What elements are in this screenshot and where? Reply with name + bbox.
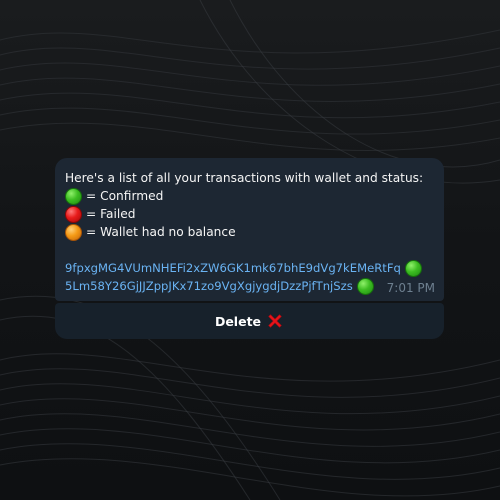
green-circle-icon xyxy=(404,259,422,277)
legend-label-failed: = Failed xyxy=(86,207,136,221)
legend-item-failed: = Failed xyxy=(65,205,434,223)
delete-button[interactable]: Delete xyxy=(55,303,444,339)
red-circle-icon xyxy=(65,205,82,223)
intro-text: Here's a list of all your transactions w… xyxy=(65,171,424,185)
message-bubble: Here's a list of all your transactions w… xyxy=(55,158,444,301)
green-circle-icon xyxy=(65,187,82,205)
legend-label-confirmed: = Confirmed xyxy=(86,189,164,203)
wallet-address-link[interactable]: 5Lm58Y26GjJJZppJKx71zo9VgXgjygdjDzzPjfTn… xyxy=(65,277,353,295)
transaction-row: 9fpxgMG4VUmNHEFi2xZW6GK1mk67bhE9dVg7kEMe… xyxy=(65,259,434,277)
legend-item-no-balance: = Wallet had no balance xyxy=(65,223,434,241)
message-timestamp: 7:01 PM xyxy=(386,281,435,295)
delete-button-label: Delete xyxy=(214,313,262,329)
wallet-address-link[interactable]: 9fpxgMG4VUmNHEFi2xZW6GK1mk67bhE9dVg7kEMe… xyxy=(65,259,401,277)
legend-label-no-balance: = Wallet had no balance xyxy=(86,225,236,239)
orange-circle-icon xyxy=(65,223,82,241)
red-cross-icon xyxy=(268,314,282,328)
green-circle-icon xyxy=(356,277,374,295)
transaction-row: 5Lm58Y26GjJJZppJKx71zo9VgXgjygdjDzzPjfTn… xyxy=(65,277,434,295)
legend-item-confirmed: = Confirmed xyxy=(65,187,434,205)
